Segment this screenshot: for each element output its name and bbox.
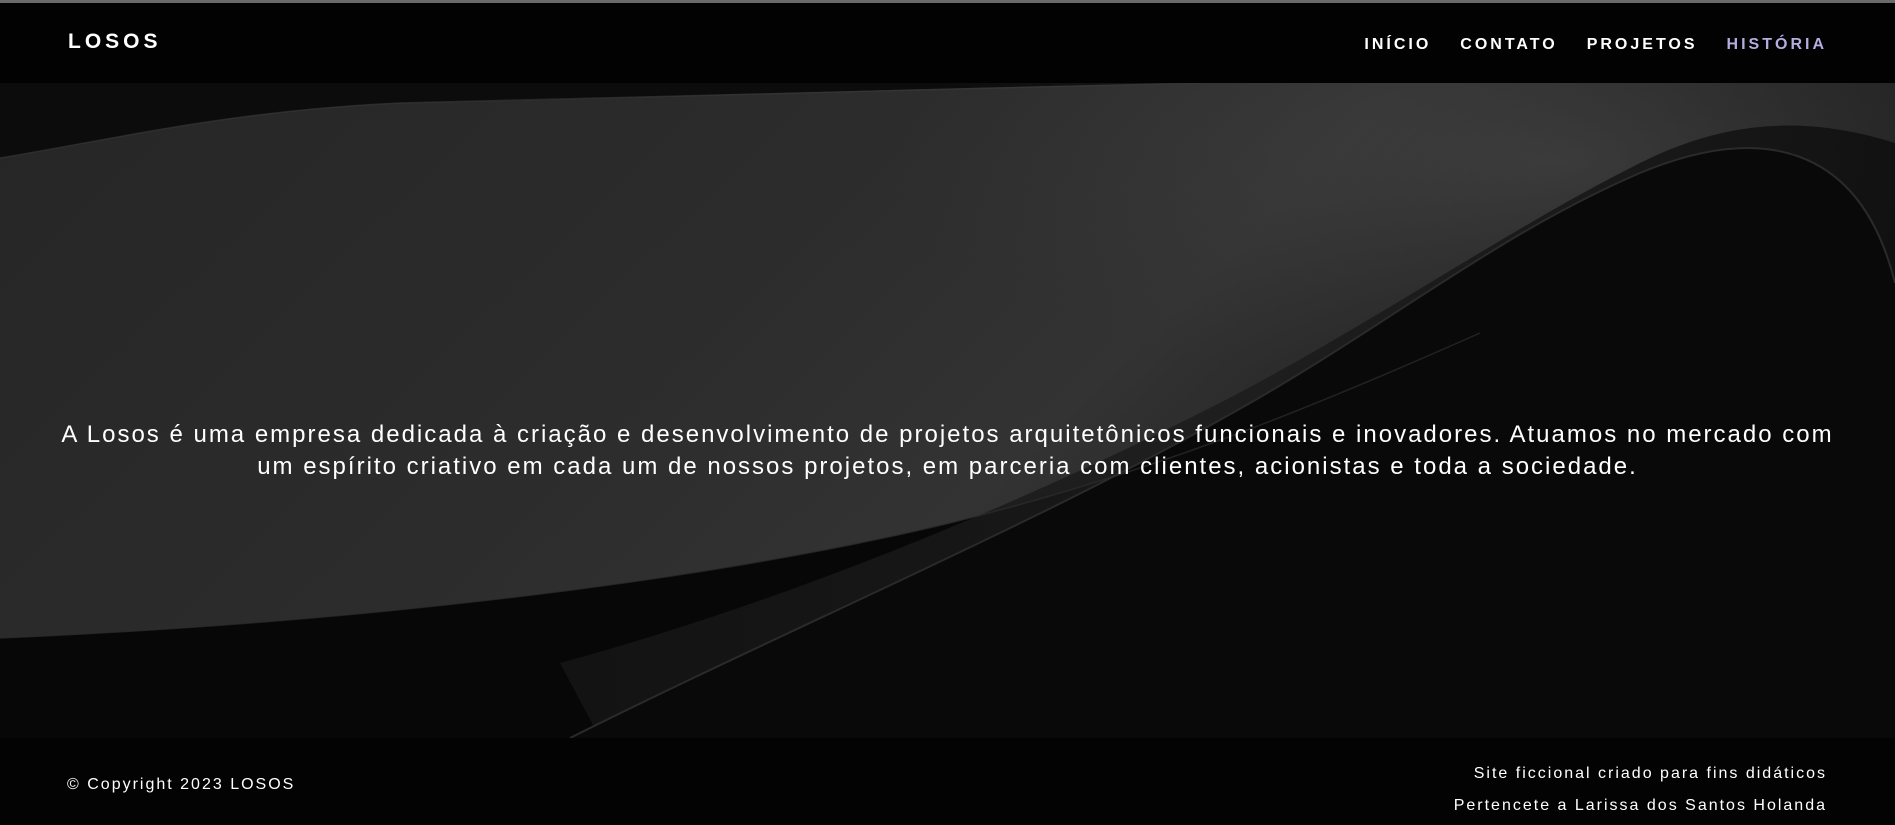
- site-logo[interactable]: LOSOS: [68, 30, 162, 54]
- hero-background-waves: [0, 83, 1895, 738]
- site-footer: © Copyright 2023 LOSOS Site ficcional cr…: [0, 738, 1895, 825]
- site-header: LOSOS INÍCIO CONTATO PROJETOS HISTÓRIA: [0, 3, 1895, 83]
- footer-credit-line-2: Pertencete a Larissa dos Santos Holanda: [1453, 797, 1827, 814]
- nav-link-historia[interactable]: HISTÓRIA: [1727, 36, 1827, 54]
- main-nav: INÍCIO CONTATO PROJETOS HISTÓRIA: [1364, 36, 1827, 54]
- nav-link-inicio[interactable]: INÍCIO: [1364, 36, 1431, 54]
- company-description: A Losos é uma empresa dedicada à criação…: [61, 421, 1834, 480]
- hero-section: A Losos é uma empresa dedicada à criação…: [0, 83, 1895, 738]
- nav-link-projetos[interactable]: PROJETOS: [1587, 36, 1698, 54]
- footer-credits: Site ficcional criado para fins didático…: [1454, 758, 1827, 822]
- copyright-text: © Copyright 2023 LOSOS: [67, 776, 296, 793]
- nav-link-contato[interactable]: CONTATO: [1460, 36, 1557, 54]
- footer-credit-line-1: Site ficcional criado para fins didático…: [1473, 765, 1827, 782]
